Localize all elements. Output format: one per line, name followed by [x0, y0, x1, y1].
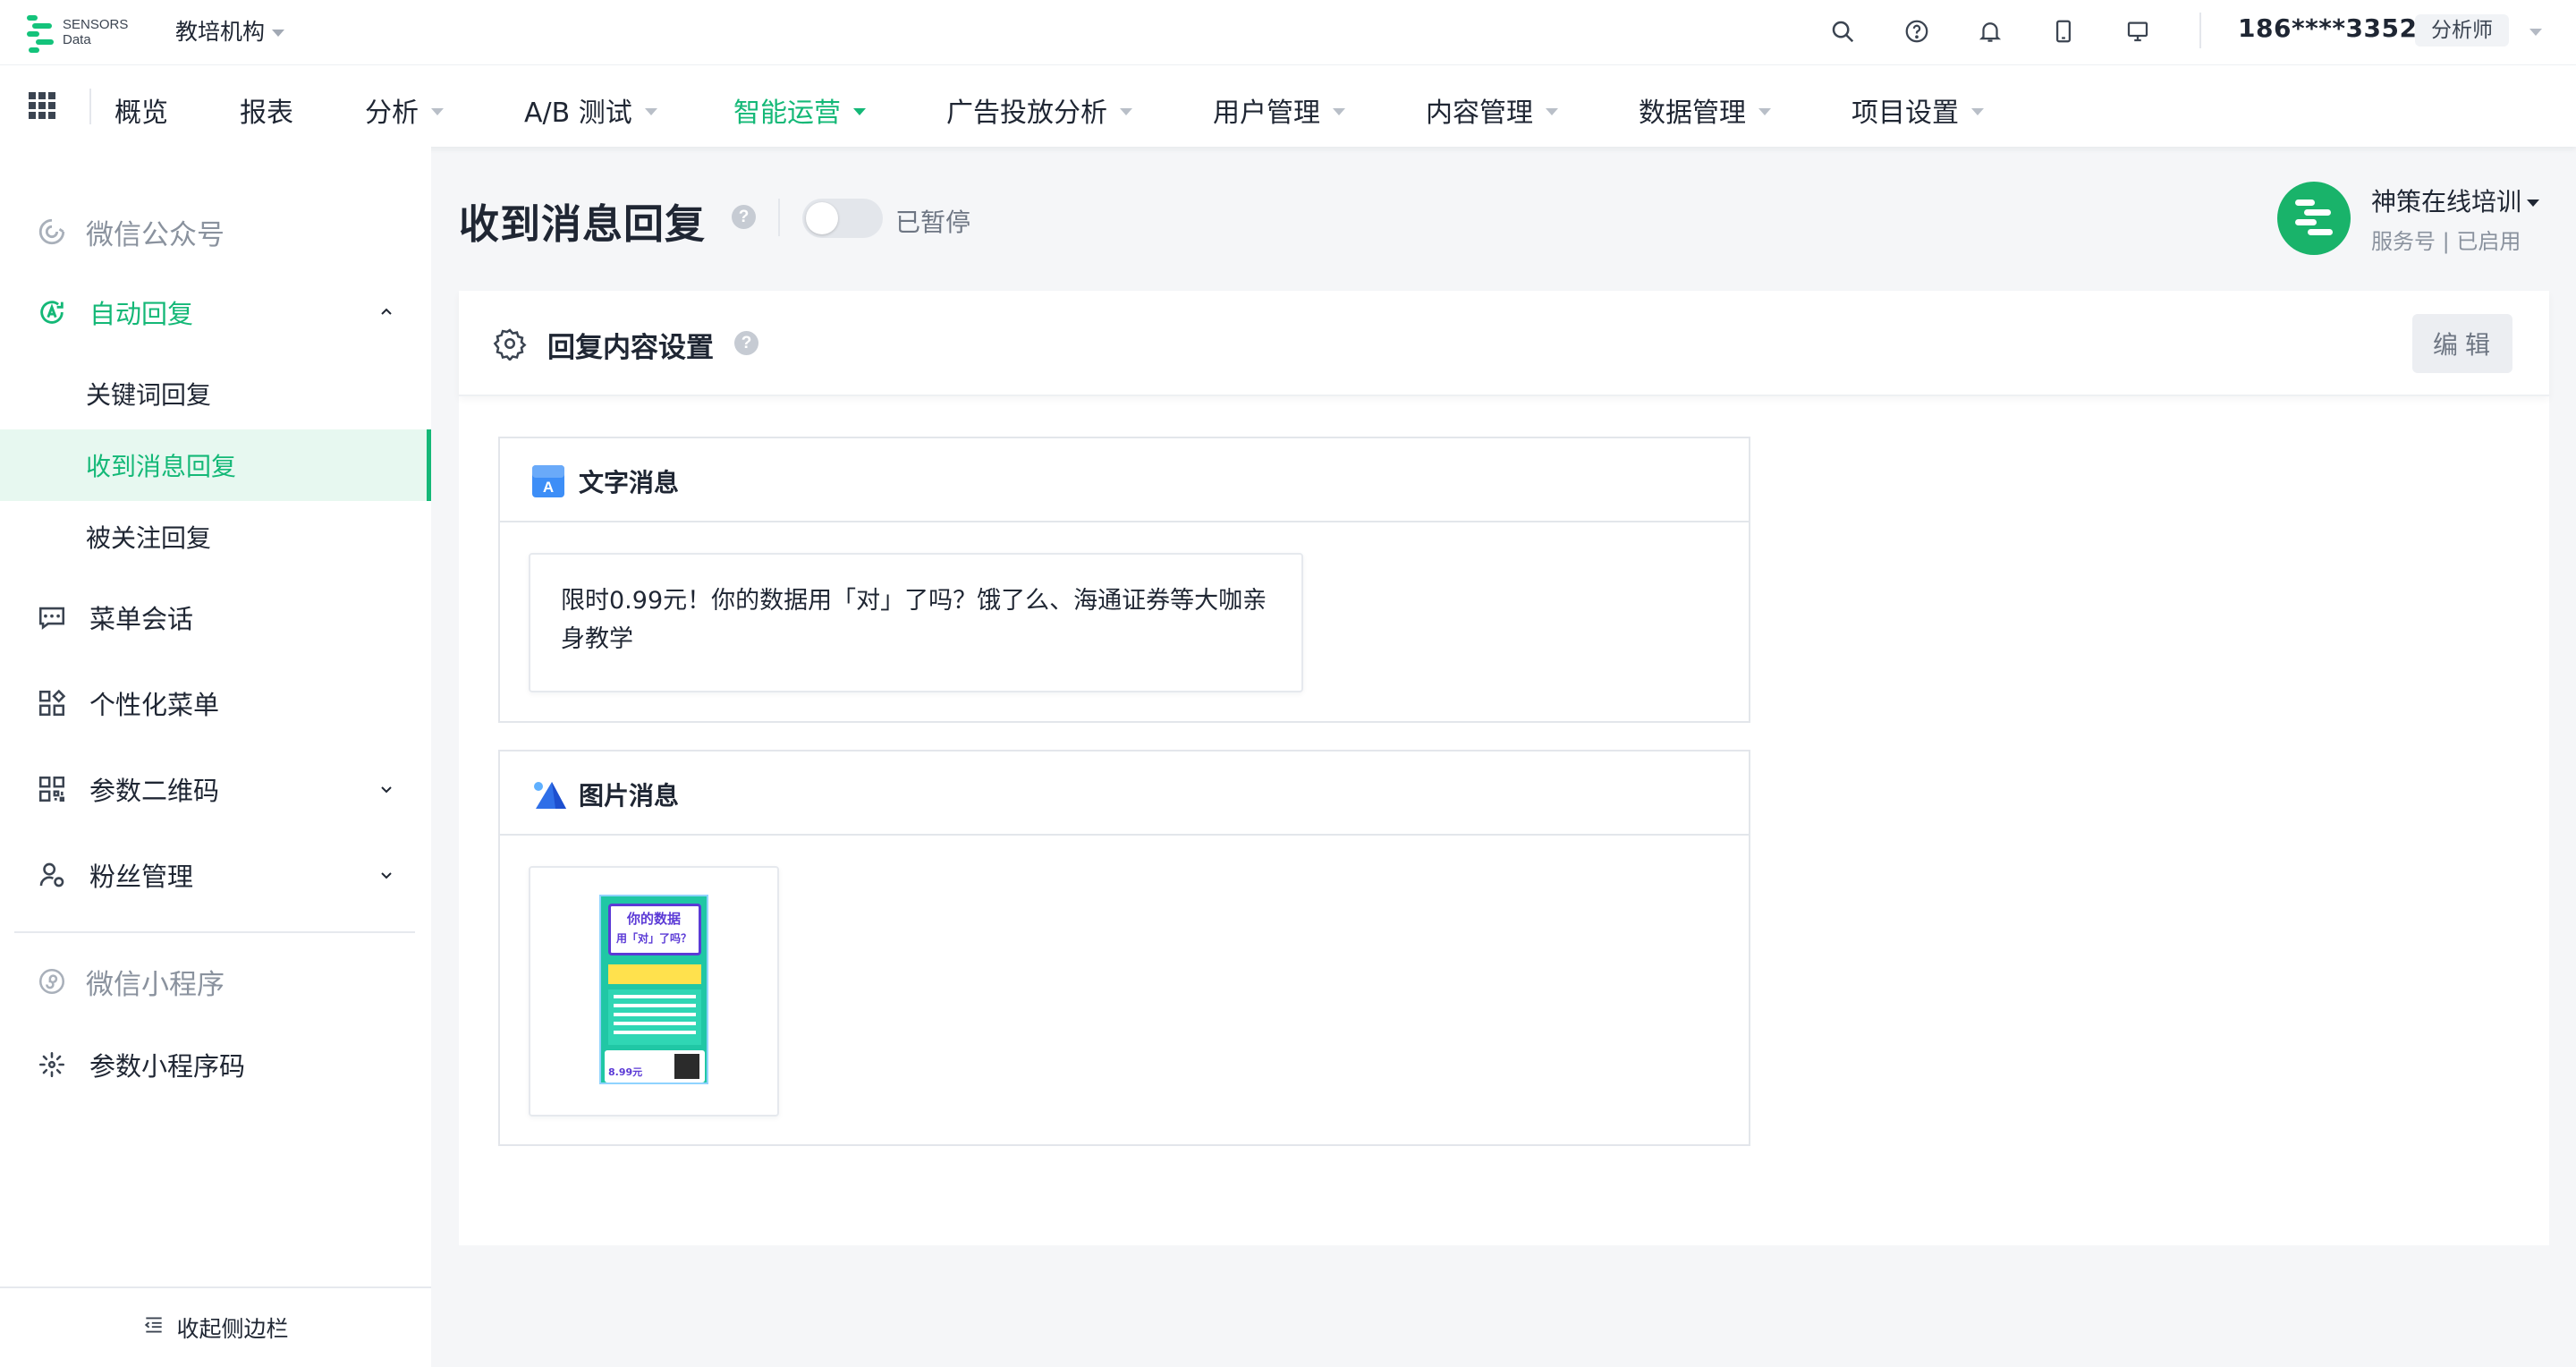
grid-menu-icon	[36, 687, 68, 719]
chevron-up-icon	[379, 305, 394, 319]
user-phone[interactable]: 186****3352	[2238, 13, 2417, 43]
chevron-down-icon	[644, 107, 657, 115]
edit-button[interactable]: 编辑	[2412, 314, 2512, 373]
card-title: 回复内容设置	[547, 332, 714, 364]
top-divider	[2199, 13, 2201, 48]
chevron-down-icon	[1333, 107, 1345, 115]
chevron-down-icon	[379, 868, 394, 882]
status-toggle[interactable]	[802, 199, 883, 238]
reply-settings-card: 回复内容设置 ? 编辑 A 文字消息 限时0.99元！你的数据用「对」了吗？饿了…	[459, 291, 2549, 1245]
mobile-icon[interactable]	[2048, 16, 2079, 47]
account-switcher[interactable]: 神策在线培训	[2371, 183, 2540, 218]
qrcode-icon	[36, 773, 68, 805]
sidebar-item-param-qrcode[interactable]: 参数二维码	[0, 753, 431, 825]
sidebar-item-message-reply[interactable]: 收到消息回复	[0, 429, 431, 501]
help-circle-icon[interactable]	[1902, 16, 1932, 47]
org-switcher[interactable]: 教培机构	[175, 14, 285, 47]
poster-image: 你的数据 用「对」了吗？ 8.99元	[599, 895, 708, 1084]
help-icon[interactable]: ?	[732, 205, 756, 229]
text-message-header: A 文字消息	[500, 438, 1749, 522]
app-grid-icon[interactable]	[29, 92, 55, 119]
top-bar: SENSORS Data 教培机构 186****3352 分析师	[0, 0, 2576, 64]
logo-text-sensors: SENSORS	[63, 17, 129, 32]
search-icon[interactable]	[1827, 16, 1858, 47]
nav-content-management[interactable]: 内容管理	[1426, 90, 1558, 130]
user-settings-icon	[36, 859, 68, 891]
nav-analysis[interactable]: 分析	[365, 90, 444, 130]
card-header: 回复内容设置 ? 编辑	[459, 291, 2549, 396]
chevron-down-icon[interactable]	[2529, 29, 2542, 36]
auto-reply-icon	[36, 296, 68, 328]
monitor-icon[interactable]	[2123, 16, 2153, 47]
help-icon[interactable]: ?	[734, 331, 758, 355]
chevron-down-icon	[853, 107, 866, 115]
status-label: 已暂停	[895, 208, 971, 237]
sensors-data-logo[interactable]: SENSORS Data	[27, 9, 143, 55]
org-name: 教培机构	[175, 19, 266, 45]
account-avatar[interactable]	[2277, 182, 2351, 255]
chat-menu-icon	[36, 601, 68, 633]
svg-text:A: A	[543, 479, 554, 496]
text-message-content: 限时0.99元！你的数据用「对」了吗？饿了么、海通证券等大咖亲身教学	[529, 553, 1303, 692]
chevron-down-icon	[379, 782, 394, 796]
image-message-icon	[532, 778, 566, 811]
nav-ad-analysis[interactable]: 广告投放分析	[946, 90, 1132, 130]
chevron-down-icon	[272, 30, 285, 37]
wechat-official-icon	[36, 216, 68, 248]
sidebar-group-wechat-miniprogram: 微信小程序	[0, 950, 431, 1013]
collapse-sidebar-button[interactable]: 收起侧边栏	[0, 1286, 431, 1367]
logo-text-data: Data	[63, 32, 91, 47]
nav-data-management[interactable]: 数据管理	[1639, 90, 1771, 130]
text-message-icon: A	[532, 465, 564, 497]
account-meta: 服务号 | 已启用	[2371, 229, 2521, 254]
page-title: 收到消息回复	[459, 200, 707, 248]
nav-divider	[89, 89, 91, 124]
collapse-label: 收起侧边栏	[176, 1316, 289, 1342]
collapse-icon	[142, 1313, 165, 1342]
miniprogram-icon	[36, 965, 68, 998]
image-thumbnail[interactable]: 你的数据 用「对」了吗？ 8.99元	[529, 866, 779, 1117]
chevron-down-icon	[1971, 107, 1984, 115]
bell-icon[interactable]	[1975, 16, 2005, 47]
nav-ab-test[interactable]: A/B 测试	[524, 90, 657, 130]
nav-overview[interactable]: 概览	[114, 90, 168, 130]
main-nav: 概览 报表 分析 A/B 测试 智能运营 广告投放分析 用户管理 内容管理 数据…	[0, 64, 2576, 147]
toggle-knob	[806, 202, 838, 234]
sidebar: 微信公众号 自动回复 关键词回复 收到消息回复 被关注回复 菜单会话 个性化菜单…	[0, 147, 431, 1367]
nav-smart-operations[interactable]: 智能运营	[733, 90, 866, 130]
nav-reports[interactable]: 报表	[240, 90, 293, 130]
image-message-block: 图片消息 你的数据 用「对」了吗？ 8.99元	[498, 750, 1750, 1146]
image-message-header: 图片消息	[500, 751, 1749, 836]
chevron-down-icon	[431, 107, 444, 115]
text-message-block: A 文字消息 限时0.99元！你的数据用「对」了吗？饿了么、海通证券等大咖亲身教…	[498, 437, 1750, 723]
sidebar-item-auto-reply[interactable]: 自动回复	[0, 281, 431, 344]
sidebar-item-param-miniprogram-code[interactable]: 参数小程序码	[0, 1029, 431, 1100]
chevron-down-icon	[1546, 107, 1558, 115]
sidebar-item-custom-menu[interactable]: 个性化菜单	[0, 667, 431, 739]
sidebar-item-follow-reply[interactable]: 被关注回复	[0, 501, 431, 573]
header-divider	[778, 199, 780, 236]
sidebar-group-wechat-official: 微信公众号	[0, 200, 431, 263]
sidebar-item-keyword-reply[interactable]: 关键词回复	[0, 358, 431, 429]
sidebar-item-fans-management[interactable]: 粉丝管理	[0, 839, 431, 911]
chevron-down-icon	[1120, 107, 1132, 115]
chevron-down-icon	[2527, 200, 2540, 207]
logo-mark-icon	[27, 12, 57, 53]
miniprogram-code-icon	[36, 1049, 68, 1081]
chevron-down-icon	[1758, 107, 1771, 115]
user-role-badge[interactable]: 分析师	[2415, 14, 2509, 47]
sidebar-divider	[14, 931, 415, 933]
gear-icon	[493, 327, 527, 362]
sidebar-item-menu-conversation[interactable]: 菜单会话	[0, 582, 431, 653]
nav-user-management[interactable]: 用户管理	[1213, 90, 1345, 130]
nav-project-settings[interactable]: 项目设置	[1852, 90, 1984, 130]
